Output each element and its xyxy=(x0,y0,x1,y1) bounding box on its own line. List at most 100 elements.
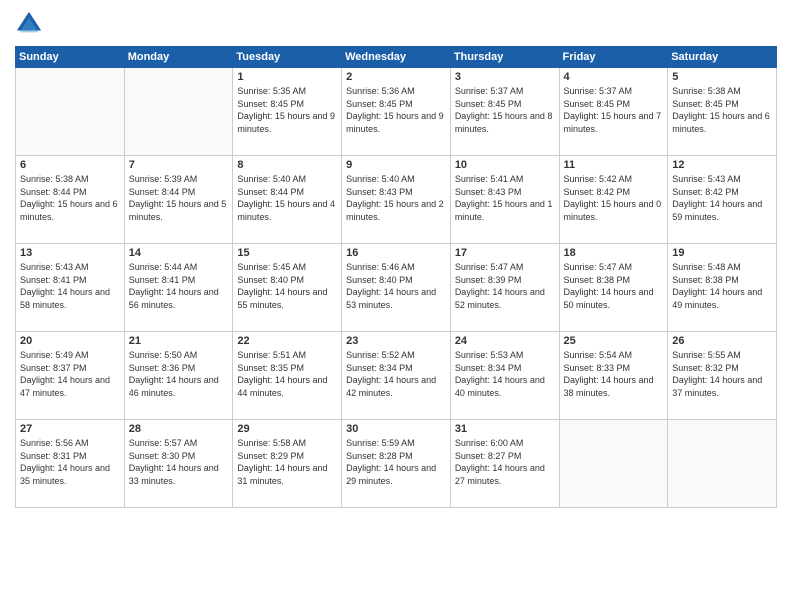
calendar-week-4: 27 Sunrise: 5:56 AM Sunset: 8:31 PM Dayli… xyxy=(16,420,777,508)
calendar-cell: 8 Sunrise: 5:40 AM Sunset: 8:44 PM Daylig… xyxy=(233,156,342,244)
cell-info: Sunrise: 5:43 AM Sunset: 8:41 PM Dayligh… xyxy=(20,261,120,311)
calendar-cell: 14 Sunrise: 5:44 AM Sunset: 8:41 PM Dayli… xyxy=(124,244,233,332)
day-number: 17 xyxy=(455,247,555,259)
col-header-thursday: Thursday xyxy=(450,47,559,68)
calendar-cell xyxy=(16,68,125,156)
calendar-cell: 13 Sunrise: 5:43 AM Sunset: 8:41 PM Dayli… xyxy=(16,244,125,332)
calendar-cell: 7Sunrise: 5:39 AM Sunset: 8:44 PM Daylig… xyxy=(124,156,233,244)
cell-info: Sunrise: 5:57 AM Sunset: 8:30 PM Dayligh… xyxy=(129,437,229,487)
page: SundayMondayTuesdayWednesdayThursdayFrid… xyxy=(0,0,792,612)
day-number: 27 xyxy=(20,423,120,435)
day-number: 9 xyxy=(346,159,446,171)
cell-info: Sunrise: 5:56 AM Sunset: 8:31 PM Dayligh… xyxy=(20,437,120,487)
logo xyxy=(15,10,47,38)
cell-info: Sunrise: 5:44 AM Sunset: 8:41 PM Dayligh… xyxy=(129,261,229,311)
day-number: 19 xyxy=(672,247,772,259)
day-number: 23 xyxy=(346,335,446,347)
cell-info: Sunrise: 5:47 AM Sunset: 8:38 PM Dayligh… xyxy=(564,261,664,311)
cell-info: Sunrise: 5:41 AM Sunset: 8:43 PM Dayligh… xyxy=(455,173,555,223)
cell-info: Sunrise: 6:00 AM Sunset: 8:27 PM Dayligh… xyxy=(455,437,555,487)
cell-info: Sunrise: 5:53 AM Sunset: 8:34 PM Dayligh… xyxy=(455,349,555,399)
calendar-cell xyxy=(668,420,777,508)
cell-info: Sunrise: 5:40 AM Sunset: 8:43 PM Dayligh… xyxy=(346,173,446,223)
calendar-cell: 30Sunrise: 5:59 AM Sunset: 8:28 PM Dayli… xyxy=(342,420,451,508)
cell-info: Sunrise: 5:55 AM Sunset: 8:32 PM Dayligh… xyxy=(672,349,772,399)
col-header-friday: Friday xyxy=(559,47,668,68)
day-number: 29 xyxy=(237,423,337,435)
calendar-cell: 21 Sunrise: 5:50 AM Sunset: 8:36 PM Dayli… xyxy=(124,332,233,420)
calendar-cell: 29 Sunrise: 5:58 AM Sunset: 8:29 PM Dayli… xyxy=(233,420,342,508)
day-number: 8 xyxy=(237,159,337,171)
calendar-header-row: SundayMondayTuesdayWednesdayThursdayFrid… xyxy=(16,47,777,68)
header xyxy=(15,10,777,38)
cell-info: Sunrise: 5:51 AM Sunset: 8:35 PM Dayligh… xyxy=(237,349,337,399)
calendar-cell: 16Sunrise: 5:46 AM Sunset: 8:40 PM Dayli… xyxy=(342,244,451,332)
day-number: 1 xyxy=(237,71,337,83)
calendar-cell: 31 Sunrise: 6:00 AM Sunset: 8:27 PM Dayli… xyxy=(450,420,559,508)
day-number: 24 xyxy=(455,335,555,347)
calendar-cell: 2Sunrise: 5:36 AM Sunset: 8:45 PM Daylig… xyxy=(342,68,451,156)
calendar-week-2: 13 Sunrise: 5:43 AM Sunset: 8:41 PM Dayli… xyxy=(16,244,777,332)
calendar-cell: 1 Sunrise: 5:35 AM Sunset: 8:45 PM Daylig… xyxy=(233,68,342,156)
cell-info: Sunrise: 5:43 AM Sunset: 8:42 PM Dayligh… xyxy=(672,173,772,223)
calendar-week-3: 20 Sunrise: 5:49 AM Sunset: 8:37 PM Dayli… xyxy=(16,332,777,420)
col-header-saturday: Saturday xyxy=(668,47,777,68)
day-number: 31 xyxy=(455,423,555,435)
day-number: 6 xyxy=(20,159,120,171)
calendar-cell xyxy=(124,68,233,156)
calendar-cell: 20 Sunrise: 5:49 AM Sunset: 8:37 PM Dayli… xyxy=(16,332,125,420)
day-number: 12 xyxy=(672,159,772,171)
calendar-cell: 19Sunrise: 5:48 AM Sunset: 8:38 PM Dayli… xyxy=(668,244,777,332)
day-number: 5 xyxy=(672,71,772,83)
day-number: 20 xyxy=(20,335,120,347)
day-number: 13 xyxy=(20,247,120,259)
day-number: 4 xyxy=(564,71,664,83)
calendar-cell: 26 Sunrise: 5:55 AM Sunset: 8:32 PM Dayli… xyxy=(668,332,777,420)
cell-info: Sunrise: 5:45 AM Sunset: 8:40 PM Dayligh… xyxy=(237,261,337,311)
cell-info: Sunrise: 5:35 AM Sunset: 8:45 PM Dayligh… xyxy=(237,85,337,135)
calendar-week-0: 1 Sunrise: 5:35 AM Sunset: 8:45 PM Daylig… xyxy=(16,68,777,156)
col-header-monday: Monday xyxy=(124,47,233,68)
day-number: 14 xyxy=(129,247,229,259)
cell-info: Sunrise: 5:37 AM Sunset: 8:45 PM Dayligh… xyxy=(455,85,555,135)
day-number: 22 xyxy=(237,335,337,347)
cell-info: Sunrise: 5:36 AM Sunset: 8:45 PM Dayligh… xyxy=(346,85,446,135)
calendar-cell: 15Sunrise: 5:45 AM Sunset: 8:40 PM Dayli… xyxy=(233,244,342,332)
cell-info: Sunrise: 5:37 AM Sunset: 8:45 PM Dayligh… xyxy=(564,85,664,135)
cell-info: Sunrise: 5:58 AM Sunset: 8:29 PM Dayligh… xyxy=(237,437,337,487)
cell-info: Sunrise: 5:40 AM Sunset: 8:44 PM Dayligh… xyxy=(237,173,337,223)
cell-info: Sunrise: 5:42 AM Sunset: 8:42 PM Dayligh… xyxy=(564,173,664,223)
day-number: 21 xyxy=(129,335,229,347)
calendar-cell: 6 Sunrise: 5:38 AM Sunset: 8:44 PM Daylig… xyxy=(16,156,125,244)
calendar-cell: 17Sunrise: 5:47 AM Sunset: 8:39 PM Dayli… xyxy=(450,244,559,332)
logo-icon xyxy=(15,10,43,38)
cell-info: Sunrise: 5:50 AM Sunset: 8:36 PM Dayligh… xyxy=(129,349,229,399)
calendar-cell: 10Sunrise: 5:41 AM Sunset: 8:43 PM Dayli… xyxy=(450,156,559,244)
calendar-cell: 27 Sunrise: 5:56 AM Sunset: 8:31 PM Dayli… xyxy=(16,420,125,508)
calendar-cell: 28Sunrise: 5:57 AM Sunset: 8:30 PM Dayli… xyxy=(124,420,233,508)
calendar-cell: 9 Sunrise: 5:40 AM Sunset: 8:43 PM Daylig… xyxy=(342,156,451,244)
cell-info: Sunrise: 5:49 AM Sunset: 8:37 PM Dayligh… xyxy=(20,349,120,399)
cell-info: Sunrise: 5:38 AM Sunset: 8:45 PM Dayligh… xyxy=(672,85,772,135)
calendar: SundayMondayTuesdayWednesdayThursdayFrid… xyxy=(15,46,777,508)
cell-info: Sunrise: 5:59 AM Sunset: 8:28 PM Dayligh… xyxy=(346,437,446,487)
calendar-cell: 5 Sunrise: 5:38 AM Sunset: 8:45 PM Daylig… xyxy=(668,68,777,156)
cell-info: Sunrise: 5:38 AM Sunset: 8:44 PM Dayligh… xyxy=(20,173,120,223)
col-header-sunday: Sunday xyxy=(16,47,125,68)
calendar-cell: 22 Sunrise: 5:51 AM Sunset: 8:35 PM Dayli… xyxy=(233,332,342,420)
calendar-cell: 18Sunrise: 5:47 AM Sunset: 8:38 PM Dayli… xyxy=(559,244,668,332)
col-header-tuesday: Tuesday xyxy=(233,47,342,68)
calendar-cell: 12 Sunrise: 5:43 AM Sunset: 8:42 PM Dayli… xyxy=(668,156,777,244)
calendar-cell: 24 Sunrise: 5:53 AM Sunset: 8:34 PM Dayli… xyxy=(450,332,559,420)
day-number: 7 xyxy=(129,159,229,171)
cell-info: Sunrise: 5:52 AM Sunset: 8:34 PM Dayligh… xyxy=(346,349,446,399)
cell-info: Sunrise: 5:54 AM Sunset: 8:33 PM Dayligh… xyxy=(564,349,664,399)
calendar-cell: 25 Sunrise: 5:54 AM Sunset: 8:33 PM Dayli… xyxy=(559,332,668,420)
day-number: 26 xyxy=(672,335,772,347)
calendar-cell: 11 Sunrise: 5:42 AM Sunset: 8:42 PM Dayli… xyxy=(559,156,668,244)
day-number: 11 xyxy=(564,159,664,171)
day-number: 25 xyxy=(564,335,664,347)
calendar-cell: 3Sunrise: 5:37 AM Sunset: 8:45 PM Daylig… xyxy=(450,68,559,156)
col-header-wednesday: Wednesday xyxy=(342,47,451,68)
cell-info: Sunrise: 5:46 AM Sunset: 8:40 PM Dayligh… xyxy=(346,261,446,311)
